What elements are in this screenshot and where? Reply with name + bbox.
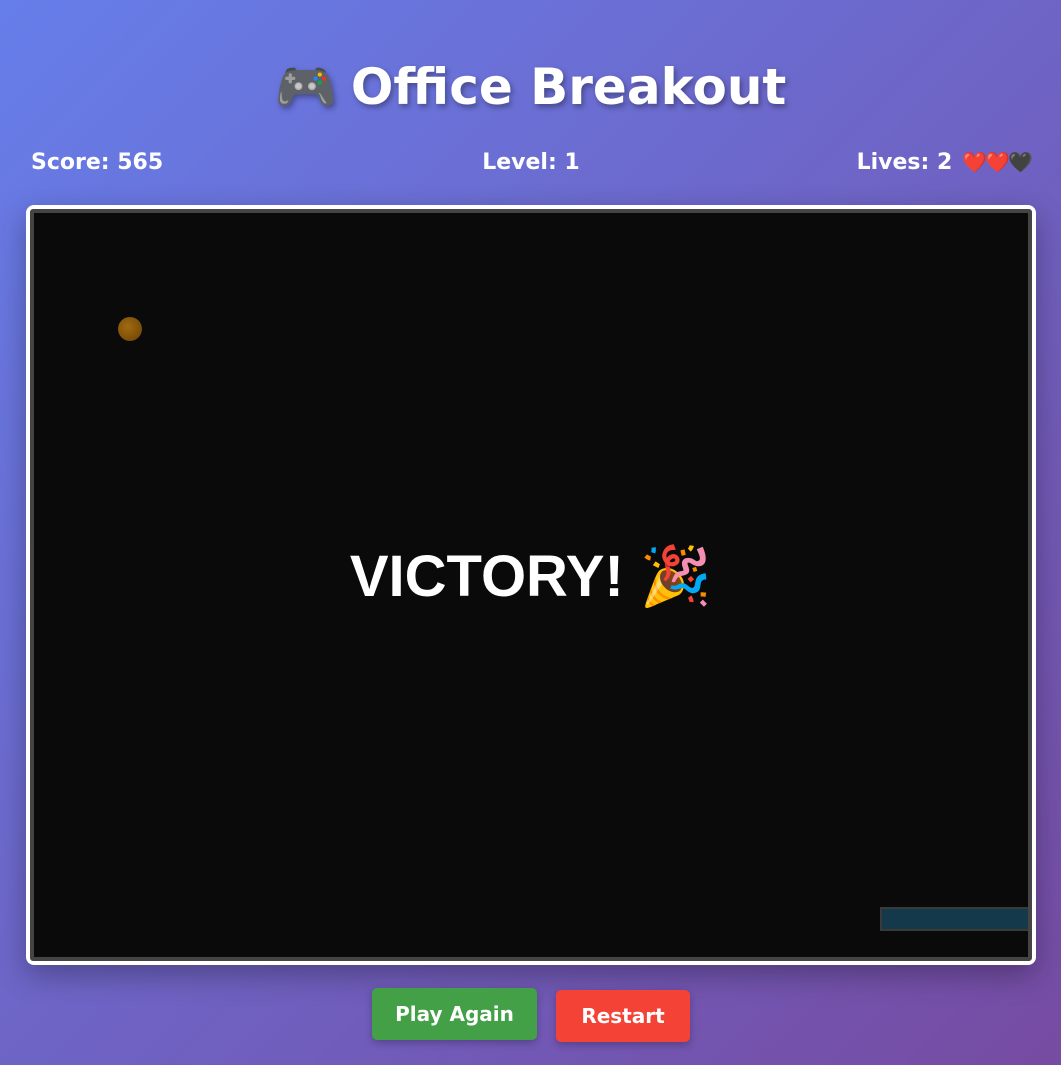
stats-bar: Score: 565 Level: 1 Lives: 2 ❤️❤️🖤 <box>31 150 1033 180</box>
game-title-text: Office Breakout <box>350 58 787 116</box>
victory-message: VICTORY! 🎉 <box>349 544 713 609</box>
paddle[interactable] <box>880 907 1028 931</box>
game-title: 🎮 Office Breakout <box>0 58 1061 117</box>
lives-display: Lives: 2 ❤️❤️🖤 <box>856 150 1033 175</box>
lives-label: Lives: 2 <box>856 150 953 175</box>
game-controller-icon: 🎮 <box>274 58 337 116</box>
hearts-icon: ❤️❤️🖤 <box>962 150 1033 174</box>
play-again-button[interactable]: Play Again <box>372 988 537 1040</box>
game-frame: VICTORY! 🎉 <box>26 205 1036 965</box>
restart-button[interactable]: Restart <box>556 990 690 1042</box>
game-canvas[interactable]: VICTORY! 🎉 <box>30 209 1032 961</box>
ball <box>118 317 142 341</box>
